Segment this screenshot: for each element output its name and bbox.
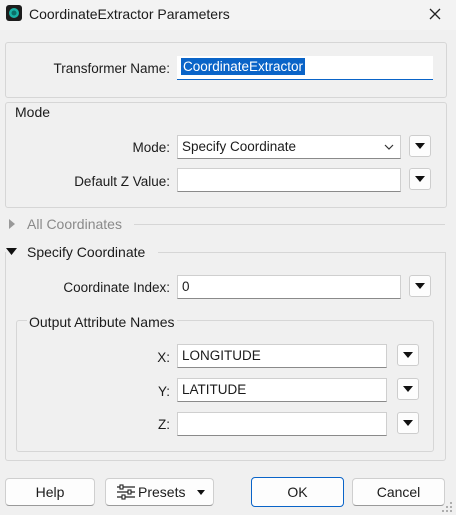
help-button-label: Help — [35, 484, 65, 500]
cancel-button[interactable]: Cancel — [352, 478, 445, 506]
close-icon — [429, 8, 441, 20]
mode-options-button[interactable] — [409, 135, 431, 157]
ok-button[interactable]: OK — [251, 477, 344, 507]
y-label: Y: — [157, 384, 170, 399]
sliders-icon — [117, 484, 135, 500]
cancel-button-label: Cancel — [376, 484, 421, 500]
default-z-options-button[interactable] — [409, 168, 431, 190]
triangle-down-icon — [403, 386, 413, 392]
transformer-name-input[interactable]: CoordinateExtractor — [177, 56, 433, 80]
resize-grip-icon[interactable] — [441, 501, 453, 513]
divider — [134, 224, 445, 225]
y-input[interactable]: LATITUDE — [177, 378, 387, 402]
coordinate-index-input[interactable]: 0 — [177, 275, 401, 299]
app-icon — [6, 5, 22, 21]
coordinate-index-label: Coordinate Index: — [63, 280, 170, 295]
mode-group-title: Mode — [15, 104, 51, 120]
z-input[interactable] — [177, 412, 387, 436]
coordinate-index-options-button[interactable] — [409, 275, 431, 297]
presets-button[interactable]: Presets — [105, 478, 214, 506]
output-attribute-names-title: Output Attribute Names — [27, 314, 177, 330]
x-label: X: — [157, 350, 170, 365]
transformer-name-value: CoordinateExtractor — [181, 58, 306, 75]
triangle-down-icon — [403, 420, 413, 426]
y-options-button[interactable] — [397, 378, 419, 400]
help-button[interactable]: Help — [5, 478, 95, 506]
triangle-down-icon — [415, 143, 425, 149]
z-options-button[interactable] — [397, 412, 419, 434]
presets-button-label: Presets — [138, 484, 186, 500]
default-z-input[interactable] — [177, 168, 401, 192]
divider — [158, 252, 445, 253]
window-title: CoordinateExtractor Parameters — [29, 6, 230, 22]
ok-button-label: OK — [287, 484, 308, 500]
default-z-label: Default Z Value: — [74, 174, 170, 189]
triangle-down-icon — [403, 352, 413, 358]
all-coordinates-title: All Coordinates — [27, 216, 122, 232]
chevron-down-icon — [384, 144, 394, 150]
x-options-button[interactable] — [397, 344, 419, 366]
all-coordinates-expander[interactable]: All Coordinates — [8, 216, 208, 234]
triangle-down-icon — [415, 176, 425, 182]
mode-select-value: Specify Coordinate — [182, 139, 297, 154]
transformer-name-label: Transformer Name: — [53, 61, 170, 76]
mode-select[interactable]: Specify Coordinate — [177, 135, 401, 159]
triangle-down-icon — [197, 489, 206, 495]
triangle-down-icon — [415, 283, 425, 289]
x-input[interactable]: LONGITUDE — [177, 344, 387, 368]
z-label: Z: — [158, 417, 170, 432]
close-button[interactable] — [420, 1, 450, 27]
mode-label: Mode: — [132, 140, 170, 155]
triangle-right-icon — [9, 219, 15, 229]
